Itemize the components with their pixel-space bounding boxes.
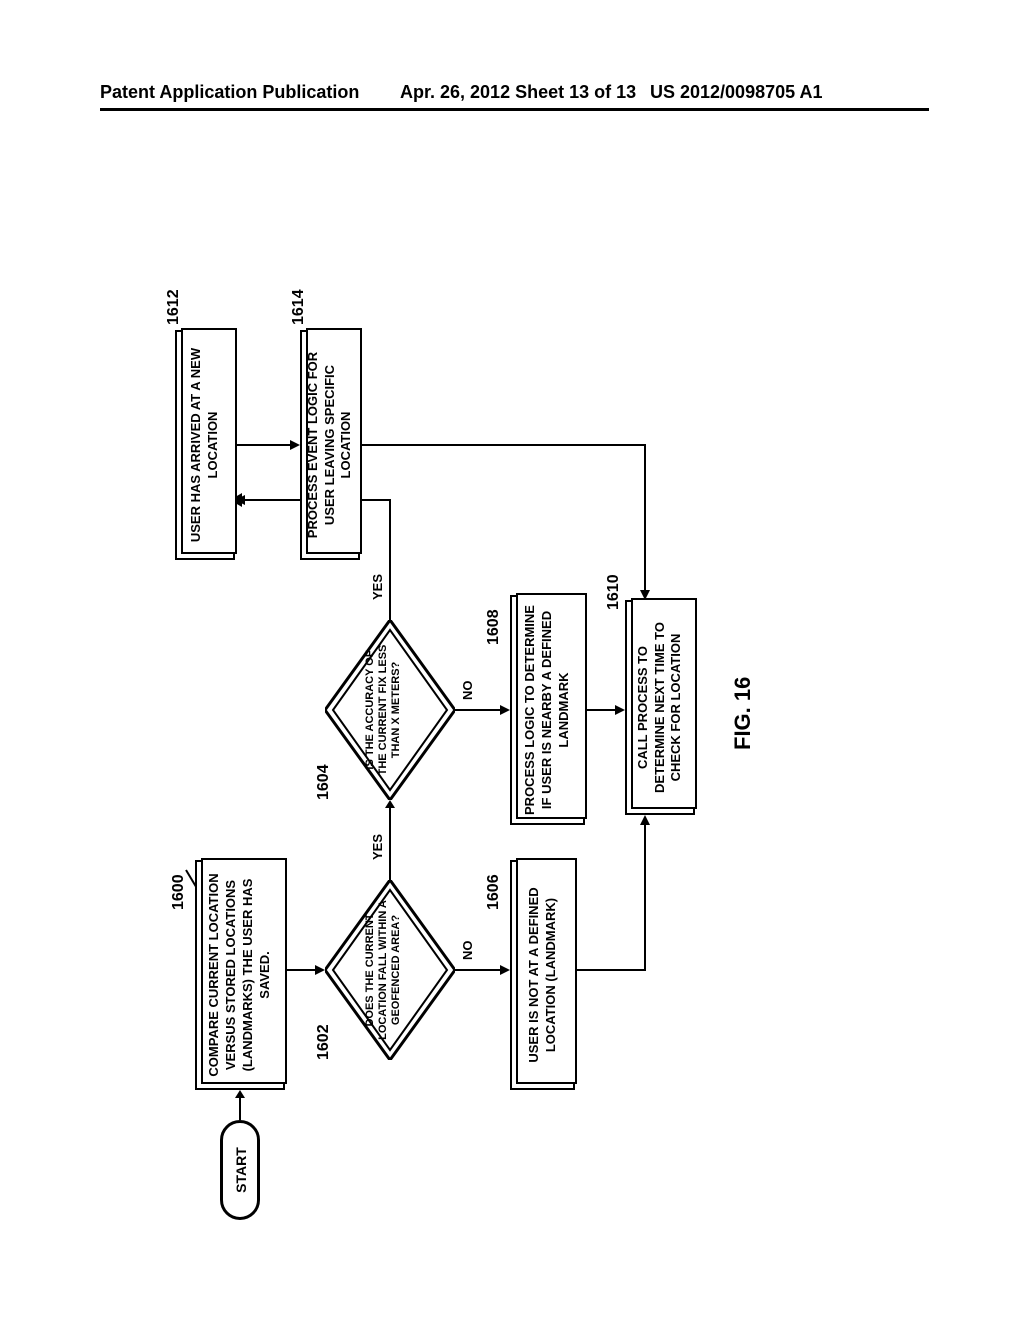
ref-1614: 1614 bbox=[290, 289, 308, 325]
arrow-start-1600 bbox=[235, 1090, 255, 1120]
flowchart-inner: START COMPARE CURRENT LOCATION VERSUS ST… bbox=[140, 160, 920, 1220]
start-label: START bbox=[233, 1147, 249, 1193]
label-yes-1: YES bbox=[370, 834, 385, 860]
box-1600: COMPARE CURRENT LOCATION VERSUS STORED L… bbox=[195, 860, 285, 1090]
ref-1608: 1608 bbox=[485, 609, 503, 645]
arrow-1606-1610 bbox=[575, 815, 675, 975]
diamond-1604: IS THE ACCURACY OF THE CURRENT FIX LESS … bbox=[325, 620, 455, 800]
header-rule bbox=[100, 108, 929, 111]
terminator-start: START bbox=[220, 1120, 260, 1220]
box-1600-text: COMPARE CURRENT LOCATION VERSUS STORED L… bbox=[206, 868, 274, 1082]
box-1612-text: USER HAS ARRIVED AT A NEW LOCATION bbox=[188, 338, 222, 552]
box-1606: USER IS NOT AT A DEFINED LOCATION (LANDM… bbox=[510, 860, 575, 1090]
header-right: US 2012/0098705 A1 bbox=[650, 82, 822, 103]
arrow-1608-1610 bbox=[585, 705, 625, 715]
box-1612: USER HAS ARRIVED AT A NEW LOCATION bbox=[175, 330, 235, 560]
ref-1612: 1612 bbox=[165, 289, 183, 325]
flowchart: START COMPARE CURRENT LOCATION VERSUS ST… bbox=[0, 300, 1024, 1080]
box-1606-text: USER IS NOT AT A DEFINED LOCATION (LANDM… bbox=[526, 868, 560, 1082]
arrow-1612-1614 bbox=[235, 440, 300, 450]
label-no-2: NO bbox=[460, 681, 475, 701]
ref-1610: 1610 bbox=[605, 574, 623, 610]
page: Patent Application Publication Apr. 26, … bbox=[0, 0, 1024, 1320]
diamond-1602-text: DOES THE CURRENT LOCATION FALL WITHIN A … bbox=[364, 898, 404, 1042]
box-1608-text: PROCESS LOGIC TO DETERMINE IF USER IS NE… bbox=[522, 603, 573, 817]
label-no-1: NO bbox=[460, 941, 475, 961]
arrow-1602-1606 bbox=[455, 965, 510, 975]
arrow-1602-1604 bbox=[385, 800, 405, 880]
box-1614: PROCESS EVENT LOGIC FOR USER LEAVING SPE… bbox=[300, 330, 360, 560]
ref-1602: 1602 bbox=[315, 1024, 333, 1060]
arrow-1600-1602 bbox=[285, 965, 325, 975]
arrow-1604-1608 bbox=[455, 705, 510, 715]
figure-label: FIG. 16 bbox=[730, 677, 756, 750]
header-mid: Apr. 26, 2012 Sheet 13 of 13 bbox=[400, 82, 636, 103]
box-1614-text: PROCESS EVENT LOGIC FOR USER LEAVING SPE… bbox=[305, 338, 356, 552]
box-1610: CALL PROCESS TO DETERMINE NEXT TIME TO C… bbox=[625, 600, 695, 815]
box-1608: PROCESS LOGIC TO DETERMINE IF USER IS NE… bbox=[510, 595, 585, 825]
ref-1604: 1604 bbox=[315, 764, 333, 800]
diamond-1602: DOES THE CURRENT LOCATION FALL WITHIN A … bbox=[325, 880, 455, 1060]
diamond-1604-text: IS THE ACCURACY OF THE CURRENT FIX LESS … bbox=[364, 638, 404, 782]
header-left: Patent Application Publication bbox=[100, 82, 359, 103]
ref-1606: 1606 bbox=[485, 874, 503, 910]
box-1610-text: CALL PROCESS TO DETERMINE NEXT TIME TO C… bbox=[635, 608, 686, 807]
